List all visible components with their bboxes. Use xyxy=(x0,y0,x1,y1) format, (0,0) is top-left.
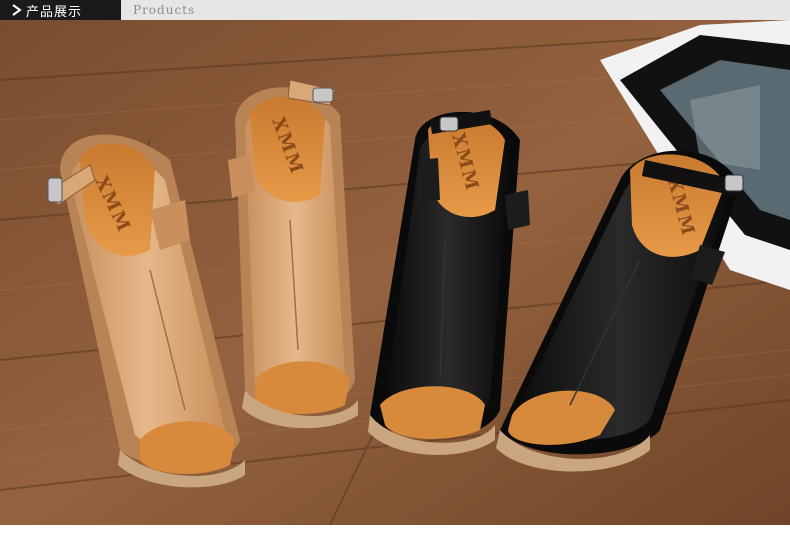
section-title-en: Products xyxy=(133,3,196,17)
product-photo: XMM XMM XMM XMM xyxy=(0,20,790,525)
tan-sandal-right: XMM xyxy=(228,79,358,429)
chevron-right-icon xyxy=(12,4,22,16)
bottom-white-strip xyxy=(0,525,790,543)
section-header-tab: 产品展示 xyxy=(0,0,121,20)
sandals-photo-illustration: XMM XMM XMM XMM xyxy=(0,20,790,525)
section-title-cn: 产品展示 xyxy=(26,4,83,20)
